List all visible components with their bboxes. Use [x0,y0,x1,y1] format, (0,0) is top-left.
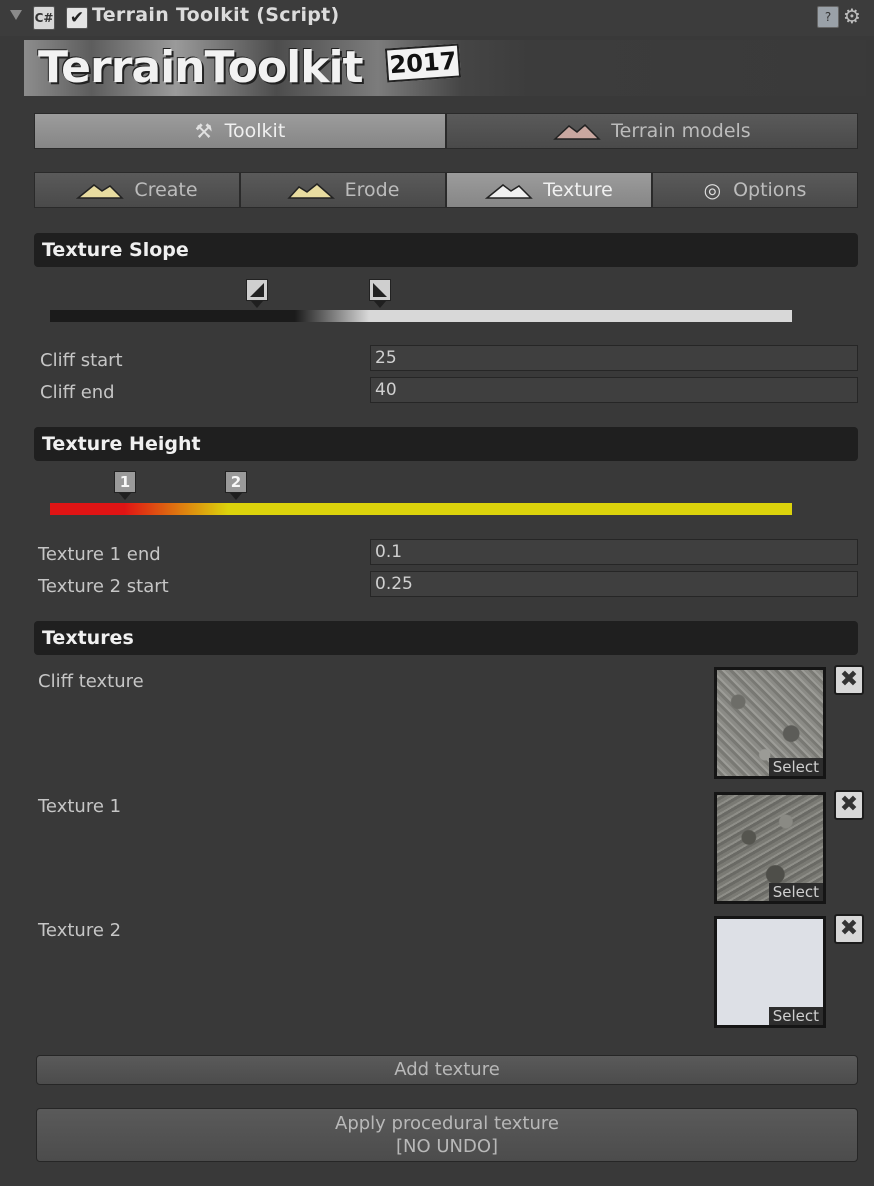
apply-button-line-1: Apply procedural texture [335,1113,559,1134]
add-texture-button[interactable]: Add texture [36,1055,858,1085]
cliff-end-label: Cliff end [40,382,115,403]
apply-procedural-texture-button[interactable]: Apply procedural texture [NO UNDO] [36,1108,858,1162]
remove-texture-1-button[interactable]: ✖ [834,790,864,820]
section-texture-height: Texture Height [34,427,858,461]
component-title: Terrain Toolkit (Script) [92,4,340,26]
remove-cliff-texture-button[interactable]: ✖ [834,665,864,695]
logo-year-badge: 2017 [384,43,462,83]
tab-options[interactable]: ◎ Options [652,172,858,208]
gear-icon: ◎ [703,178,722,202]
texture-2-select[interactable]: Select [768,1007,823,1025]
height-handle-2[interactable]: 2 [225,471,247,493]
mountain-icon [286,181,335,199]
tab-erode[interactable]: Erode [240,172,446,208]
tab-toolkit-label: Toolkit [224,120,286,142]
mountain-icon [485,181,534,199]
script-icon: C# [33,6,55,30]
tab-texture[interactable]: Texture [446,172,652,208]
logo-banner: TerrainToolkit 2017 [24,40,866,96]
height-handle-2-pointer [230,493,242,500]
tab-options-label: Options [733,179,807,201]
enabled-checkbox[interactable]: ✔ [66,7,88,29]
section-textures: Textures [34,621,858,655]
foldout-arrow-icon[interactable] [10,10,22,20]
texture-2-slot[interactable]: Select [714,916,826,1028]
texture-1-select[interactable]: Select [768,883,823,901]
tools-icon: ⚒ [194,119,213,143]
tab-toolkit[interactable]: ⚒ Toolkit [34,113,446,149]
height-handle-1-pointer [119,493,131,500]
apply-button-line-2: [NO UNDO] [395,1136,499,1157]
sub-toolbar: Create Erode Texture ◎ Options [34,172,858,208]
slope-end-pointer [374,301,386,308]
texture-1-end-label: Texture 1 end [38,544,161,565]
mountain-icon [76,181,125,199]
tab-terrain-models-label: Terrain models [611,120,751,142]
texture-1-end-field[interactable]: 0.1 [370,539,858,565]
tab-create-label: Create [134,179,198,201]
tab-erode-label: Erode [344,179,400,201]
main-toolbar: ⚒ Toolkit Terrain models [34,113,858,149]
help-icon[interactable]: ? [817,6,839,28]
texture-1-slot[interactable]: Select [714,792,826,904]
cliff-start-field[interactable]: 25 [370,345,858,371]
cliff-start-label: Cliff start [40,350,123,371]
remove-texture-2-button[interactable]: ✖ [834,914,864,944]
height-handle-1[interactable]: 1 [114,471,136,493]
height-gradient-bar [50,503,792,515]
tab-terrain-models[interactable]: Terrain models [446,113,858,149]
slope-start-handle[interactable] [246,279,268,301]
gear-icon[interactable]: ⚙ [843,4,861,28]
tab-texture-label: Texture [543,179,613,201]
mountain-icon [553,122,602,140]
cliff-texture-select[interactable]: Select [768,758,823,776]
slope-gradient-bar [50,310,792,322]
slope-end-handle[interactable] [369,279,391,301]
cliff-end-field[interactable]: 40 [370,377,858,403]
cliff-texture-label: Cliff texture [38,671,144,692]
texture-1-label: Texture 1 [38,796,122,817]
texture-2-label: Texture 2 [38,920,122,941]
cliff-texture-slot[interactable]: Select [714,667,826,779]
slope-start-pointer [251,301,263,308]
section-texture-slope: Texture Slope [34,233,858,267]
tab-create[interactable]: Create [34,172,240,208]
texture-2-start-label: Texture 2 start [38,576,169,597]
texture-2-start-field[interactable]: 0.25 [370,571,858,597]
logo-title: TerrainToolkit [38,42,364,93]
